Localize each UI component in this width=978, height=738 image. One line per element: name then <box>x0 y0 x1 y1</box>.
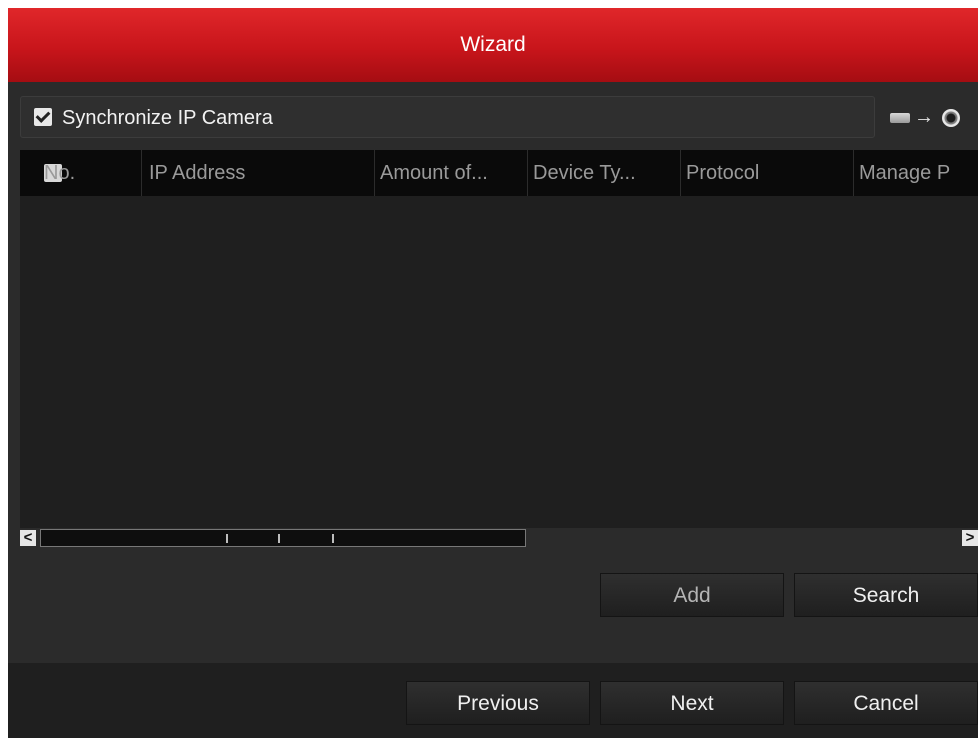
sync-ip-camera-checkbox[interactable] <box>34 108 52 126</box>
ip-camera-icon <box>942 109 960 127</box>
previous-button[interactable]: Previous <box>406 681 590 725</box>
wizard-window: Wizard Synchronize IP Camera → No. IP Ad… <box>8 8 978 738</box>
scroll-right-button[interactable]: > <box>962 530 978 546</box>
scrollbar-grip <box>332 534 334 543</box>
sync-status-indicator: → <box>890 106 978 130</box>
column-header-manage-port[interactable]: Manage P <box>855 150 978 196</box>
column-header-ip-address[interactable]: IP Address <box>143 150 375 196</box>
column-label-no: No. <box>44 162 76 184</box>
scrollbar-thumb[interactable] <box>40 529 526 547</box>
table-body <box>20 196 978 540</box>
sync-ip-camera-row[interactable]: Synchronize IP Camera <box>20 96 875 138</box>
table-header: No. IP Address Amount of... Device Ty...… <box>20 150 978 196</box>
scroll-left-button[interactable]: < <box>20 530 36 546</box>
next-button[interactable]: Next <box>600 681 784 725</box>
column-header-device-type[interactable]: Device Ty... <box>529 150 681 196</box>
search-button[interactable]: Search <box>794 573 978 617</box>
scrollbar-grip <box>226 534 228 543</box>
sync-ip-camera-label[interactable]: Synchronize IP Camera <box>62 97 273 139</box>
window-title: Wizard <box>8 8 978 82</box>
scrollbar-grip <box>278 534 280 543</box>
column-header-protocol[interactable]: Protocol <box>682 150 854 196</box>
hdd-icon <box>890 113 910 123</box>
device-table: No. IP Address Amount of... Device Ty...… <box>20 150 978 540</box>
column-header-amount[interactable]: Amount of... <box>376 150 528 196</box>
add-button[interactable]: Add <box>600 573 784 617</box>
cancel-button[interactable]: Cancel <box>794 681 978 725</box>
horizontal-scrollbar[interactable]: < > <box>20 528 978 550</box>
column-header-no[interactable]: No. <box>20 150 142 196</box>
arrow-right-icon: → <box>914 106 934 128</box>
